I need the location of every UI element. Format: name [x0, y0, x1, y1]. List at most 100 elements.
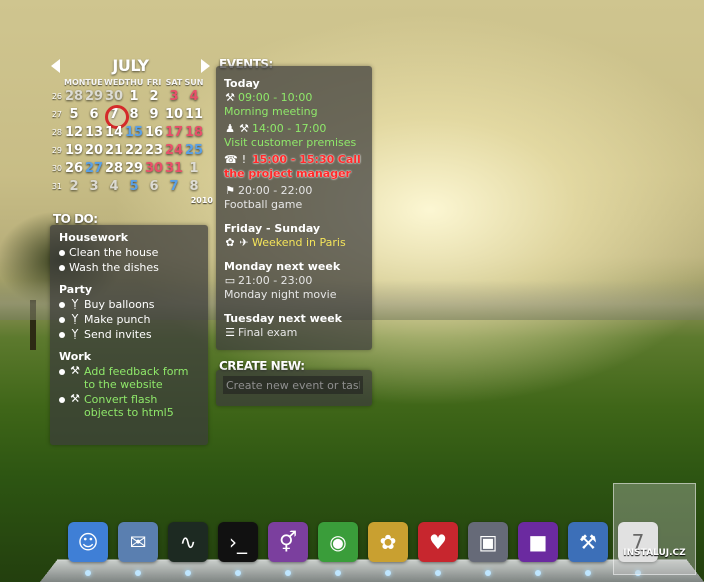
calendar-week-row: 30 26 27 28 29 30 31 1 — [48, 159, 213, 177]
event-group-title: Monday next week — [224, 260, 341, 273]
dock-item[interactable]: ⚥ — [266, 520, 310, 576]
calendar-day[interactable]: 5 — [124, 179, 144, 194]
calendar-day[interactable]: 30 — [104, 89, 124, 104]
todo-group: Housework Clean the house Wash the dishes — [59, 231, 199, 274]
calendar-day[interactable]: 28 — [104, 161, 124, 176]
calendar-day[interactable]: 20 — [84, 143, 104, 158]
calendar-day[interactable]: 8 — [124, 107, 144, 122]
dock-item[interactable]: ⚒ — [566, 520, 610, 576]
todo-group: Party Ỵ Buy balloons Ỵ Make punch Ỵ Send invit… — [59, 283, 199, 341]
calendar-day[interactable]: 15 — [124, 125, 144, 140]
event-item[interactable]: ☰ Final exam — [224, 326, 364, 340]
calendar-day[interactable]: 2 — [64, 179, 84, 194]
flower-icon: ✿ — [225, 236, 235, 249]
calendar-day[interactable]: 6 — [84, 107, 104, 122]
todo-item[interactable]: Wash the dishes — [59, 261, 199, 274]
week-number: 28 — [51, 127, 62, 137]
create-new-panel — [216, 370, 372, 406]
tv-icon: ▭ — [224, 274, 236, 287]
todo-item[interactable]: Ỵ Buy balloons — [59, 298, 199, 311]
dock: ☺ ✉ ∿ ›_ ⚥ ◉ ✿ ♥ ▣ ■ ⚒ 7 — [66, 520, 660, 576]
event-item[interactable]: ✿ ✈ Weekend in Paris — [224, 236, 364, 250]
todo-item[interactable]: Clean the house — [59, 246, 199, 259]
create-new-input[interactable] — [223, 376, 363, 394]
calendar-day[interactable]: 9 — [144, 107, 164, 122]
calendar-day[interactable]: 8 — [184, 179, 204, 194]
calendar-day[interactable]: 13 — [84, 125, 104, 140]
calendar-day[interactable]: 26 — [64, 161, 84, 176]
event-item[interactable]: ▭ 21:00 - 23:00 Monday night movie — [224, 274, 364, 302]
plane-icon: ✈ — [239, 236, 249, 249]
running-indicator-icon — [185, 570, 191, 576]
todo-item[interactable]: ⚒ Convert flash objects to html5 — [59, 393, 199, 419]
dock-item[interactable]: ›_ — [216, 520, 260, 576]
event-time: 21:00 - 23:00 — [238, 274, 313, 287]
todo-item[interactable]: ⚒ Add feedback form to the website — [59, 365, 199, 391]
calendar-day[interactable]: 14 — [104, 125, 124, 140]
event-item[interactable]: ⚒ 09:00 - 10:00 Morning meeting — [224, 91, 364, 119]
calendar-day[interactable]: 22 — [124, 143, 144, 158]
dock-item[interactable]: ▣ — [466, 520, 510, 576]
calendar-day[interactable]: 7 — [164, 179, 184, 194]
calendar-day[interactable]: 6 — [144, 179, 164, 194]
calendar-day[interactable]: 30 — [144, 161, 164, 176]
alert-icon: ! — [241, 153, 247, 166]
calendar-day[interactable]: 18 — [184, 125, 204, 140]
event-item[interactable]: ♟ ⚒ 14:00 - 17:00 Visit customer premises — [224, 122, 364, 150]
calendar-day[interactable]: 29 — [84, 89, 104, 104]
calendar-day[interactable]: 12 — [64, 125, 84, 140]
todo-item-text: Wash the dishes — [69, 261, 159, 274]
calendar-day[interactable]: 21 — [104, 143, 124, 158]
phone-icon: ☎ — [224, 153, 238, 166]
calendar-day[interactable]: 4 — [184, 89, 204, 104]
calendar-day[interactable]: 3 — [84, 179, 104, 194]
todo-item-text: Send invites — [84, 328, 152, 341]
calendar-day[interactable]: 27 — [84, 161, 104, 176]
calendar-day[interactable]: 19 — [64, 143, 84, 158]
calendar-day[interactable]: 16 — [144, 125, 164, 140]
next-month-arrow-icon[interactable] — [201, 59, 210, 73]
dock-item[interactable]: ♥ — [416, 520, 460, 576]
dock-item[interactable]: ✉ — [116, 520, 160, 576]
calendar-day[interactable]: 29 — [124, 161, 144, 176]
calendar-day[interactable]: 17 — [164, 125, 184, 140]
calendar-day-today[interactable]: 7 — [104, 104, 129, 129]
dock-item[interactable]: ■ — [516, 520, 560, 576]
calendar-day[interactable]: 31 — [164, 161, 184, 176]
chrome-icon: ◉ — [318, 522, 358, 562]
events-panel: Today ⚒ 09:00 - 10:00 Morning meeting ♟ ⚒ 14:… — [216, 66, 372, 350]
week-number: 27 — [51, 109, 62, 119]
xcode-icon: ⚒ — [568, 522, 608, 562]
tools-icon: ⚒ — [70, 392, 80, 405]
calendar-day[interactable]: 5 — [64, 107, 84, 122]
calendar-day[interactable]: 3 — [164, 89, 184, 104]
calendar-day[interactable]: 2 — [144, 89, 164, 104]
tools-icon: ⚒ — [225, 91, 235, 104]
todo-panel: Housework Clean the house Wash the dishes P… — [50, 225, 208, 445]
calendar-week-row: 29 19 20 21 22 23 24 25 — [48, 141, 213, 159]
running-indicator-icon — [385, 570, 391, 576]
prev-month-arrow-icon[interactable] — [51, 59, 60, 73]
calendar-day[interactable]: 28 — [64, 89, 84, 104]
calendar-day[interactable]: 4 — [104, 179, 124, 194]
dock-item[interactable]: ◉ — [316, 520, 360, 576]
todo-group: Work ⚒ Add feedback form to the website ⚒ Co… — [59, 350, 199, 419]
dock-item[interactable]: ☺ — [66, 520, 110, 576]
todo-item[interactable]: Ỵ Send invites — [59, 328, 199, 341]
dock-item[interactable]: ∿ — [166, 520, 210, 576]
event-item[interactable]: ☎! 15:00 - 15:30 Call the project manager — [224, 153, 364, 181]
dock-item[interactable]: ✿ — [366, 520, 410, 576]
event-item[interactable]: ⚑ 20:00 - 22:00 Football game — [224, 184, 364, 212]
calendar-day[interactable]: 1 — [184, 161, 204, 176]
weekday-label: TUE — [85, 78, 103, 87]
todo-item[interactable]: Ỵ Make punch — [59, 313, 199, 326]
calendar-day[interactable]: 25 — [184, 143, 204, 158]
calendar-day[interactable]: 11 — [184, 107, 204, 122]
calendar-day[interactable]: 24 — [164, 143, 184, 158]
calendar-day[interactable]: 23 — [144, 143, 164, 158]
todo-item-text: Add feedback form to the website — [84, 365, 189, 391]
todo-group-title: Work — [59, 350, 92, 363]
calendar-day[interactable]: 1 — [124, 89, 144, 104]
calendar-day[interactable]: 10 — [164, 107, 184, 122]
todo-item-text: Convert flash objects to html5 — [84, 393, 174, 419]
